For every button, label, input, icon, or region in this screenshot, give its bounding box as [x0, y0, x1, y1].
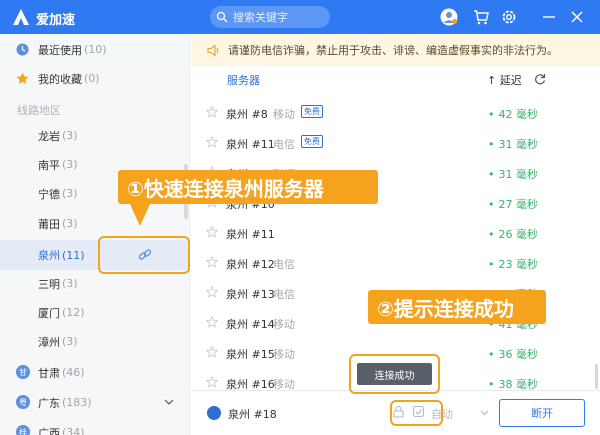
server-latency: 31 毫秒: [488, 166, 539, 182]
cart-icon[interactable]: [472, 8, 490, 26]
sidebar-item-province[interactable]: 广东 (183): [0, 390, 190, 415]
server-latency: 36 毫秒: [488, 346, 539, 362]
favorite-star-icon[interactable]: [206, 226, 218, 238]
server-latency: 26 毫秒: [488, 226, 539, 242]
highlight-lock-box: [390, 400, 443, 426]
chevron-down-icon[interactable]: [480, 408, 489, 417]
sidebar-item-recent[interactable]: 最近使用 (10): [0, 37, 190, 62]
disconnect-button[interactable]: 断开: [499, 399, 585, 427]
free-badge: 免费: [301, 105, 323, 118]
server-name: 泉州 #15: [226, 348, 275, 361]
server-row[interactable]: 泉州 #11电信免费 31 毫秒: [191, 130, 600, 155]
notice-text: 请谨防电信诈骗，禁止用于攻击、诽谤、编造虚假事实的非法行为。: [228, 44, 558, 57]
minimize-icon[interactable]: [540, 8, 558, 26]
callout-quick-connect: ①快速连接泉州服务器: [118, 170, 378, 204]
favorite-star-icon[interactable]: [206, 256, 218, 268]
search-icon: [216, 11, 228, 23]
server-row[interactable]: 泉州 #12电信 23 毫秒: [191, 250, 600, 275]
callout-arrow: [130, 204, 150, 226]
server-name: 泉州 #11: [226, 138, 275, 151]
server-row[interactable]: 泉州 #11 26 毫秒: [191, 220, 600, 245]
callout-connect-success: ②提示连接成功: [368, 290, 546, 324]
sidebar: 最近使用 (10) 我的收藏 (0) 线路地区 龙岩 (3) 南平 (3) 宁德 (3…: [0, 34, 190, 435]
favorite-star-icon[interactable]: [206, 346, 218, 358]
server-name: 泉州 #14: [226, 318, 275, 331]
free-badge: 免费: [301, 135, 323, 148]
user-avatar-icon[interactable]: [440, 8, 458, 26]
server-name: 泉州 #11: [226, 228, 275, 241]
favorite-star-icon[interactable]: [206, 286, 218, 298]
app-name: 爱加速: [36, 13, 76, 28]
favorite-star-icon[interactable]: [206, 106, 218, 118]
app-logo-icon: [13, 9, 29, 25]
settings-icon[interactable]: [500, 8, 518, 26]
sidebar-item-province[interactable]: 广西 (34): [0, 420, 190, 435]
sidebar-item-city[interactable]: 厦门 (12): [0, 300, 190, 325]
chevron-down-icon[interactable]: [164, 397, 174, 407]
server-isp: 移动: [273, 108, 295, 121]
server-isp: 移动: [273, 348, 295, 361]
server-status-icon: [207, 406, 221, 420]
connect-success-toast: 连接成功: [357, 363, 432, 385]
section-title-regions: 线路地区: [17, 104, 61, 117]
refresh-icon[interactable]: [534, 73, 546, 85]
sidebar-item-favorites[interactable]: 我的收藏 (0): [0, 66, 190, 91]
server-name: 泉州 #8: [226, 108, 268, 121]
server-row[interactable]: 泉州 #8 移动免费 42 毫秒: [191, 100, 600, 125]
search-input[interactable]: 搜索关键字: [210, 6, 330, 28]
column-header-latency[interactable]: ↑ 延迟: [487, 72, 522, 88]
favorite-star-icon[interactable]: [206, 376, 218, 388]
server-isp: 移动: [273, 318, 295, 331]
server-isp: 电信: [273, 288, 295, 301]
close-icon[interactable]: [568, 8, 586, 26]
server-latency: 23 毫秒: [488, 256, 539, 272]
server-latency: 27 毫秒: [488, 196, 539, 212]
server-isp: 电信: [273, 138, 295, 151]
current-server-name: 泉州 #18: [228, 408, 277, 421]
server-list-scrollbar[interactable]: [595, 364, 598, 389]
sidebar-item-city[interactable]: 漳州 (3): [0, 329, 190, 354]
highlight-link-box: [98, 236, 190, 274]
server-latency: 42 毫秒: [488, 106, 539, 122]
sidebar-item-city[interactable]: 龙岩 (3): [0, 123, 190, 148]
server-name: 泉州 #13: [226, 288, 275, 301]
speaker-icon: [207, 43, 219, 57]
sidebar-item-province[interactable]: 甘肃 (46): [0, 360, 190, 385]
search-placeholder: 搜索关键字: [233, 11, 288, 24]
favorite-star-icon[interactable]: [206, 316, 218, 328]
server-name: 泉州 #12: [226, 258, 275, 271]
server-latency: 31 毫秒: [488, 136, 539, 152]
server-isp: 电信: [273, 258, 295, 271]
favorite-star-icon[interactable]: [206, 136, 218, 148]
column-header-server[interactable]: 服务器: [227, 72, 260, 88]
sidebar-item-city[interactable]: 莆田 (3): [0, 211, 190, 236]
title-bar: 爱加速 搜索关键字: [0, 0, 600, 34]
sidebar-item-city[interactable]: 三明 (3): [0, 271, 190, 296]
notice-banner: 请谨防电信诈骗，禁止用于攻击、诽谤、编造虚假事实的非法行为。: [191, 34, 600, 66]
